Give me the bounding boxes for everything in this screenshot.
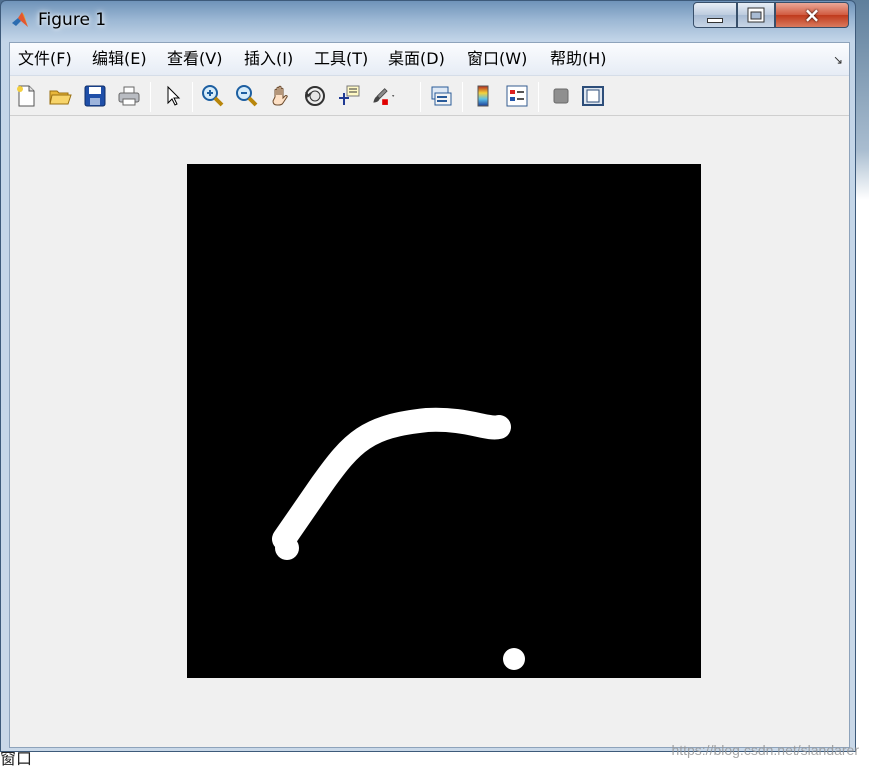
data-cursor-button[interactable] <box>336 83 362 109</box>
menu-window[interactable]: 窗口(W) <box>467 49 527 69</box>
figure-window: Figure 1 × 文件(F) 编辑(E) 查看(V) 插入(I) 工具(T)… <box>0 0 856 752</box>
toolbar-separator <box>538 82 539 112</box>
figure-client-area: 文件(F) 编辑(E) 查看(V) 插入(I) 工具(T) 桌面(D) 窗口(W… <box>9 42 850 748</box>
isolated-dot <box>503 648 525 670</box>
rotate-3d-button[interactable] <box>302 83 328 109</box>
watermark-text: https://blog.csdn.net/slandarer <box>671 742 859 758</box>
open-file-button[interactable] <box>47 83 73 109</box>
title-bar[interactable]: Figure 1 × <box>1 1 855 39</box>
menu-desktop[interactable]: 桌面(D) <box>388 49 445 69</box>
stroke-end-dot <box>275 536 299 560</box>
menu-view[interactable]: 查看(V) <box>167 49 222 69</box>
drawing-canvas <box>187 164 701 678</box>
new-figure-icon <box>17 85 35 107</box>
menubar: 文件(F) 编辑(E) 查看(V) 插入(I) 工具(T) 桌面(D) 窗口(W… <box>10 43 849 76</box>
zoom-in-icon <box>202 85 224 107</box>
rotate-3d-icon <box>305 86 325 106</box>
zoom-out-icon <box>236 85 258 107</box>
show-plot-tools-button[interactable] <box>580 83 606 109</box>
legend-icon <box>506 85 528 107</box>
brush-button[interactable] <box>370 83 396 109</box>
close-button[interactable]: × <box>775 2 849 28</box>
save-icon <box>84 85 106 107</box>
toolbar-separator <box>150 82 151 112</box>
pan-button[interactable] <box>268 83 294 109</box>
edit-plot-arrow-icon <box>167 85 181 106</box>
maximize-icon <box>747 7 765 23</box>
menu-insert[interactable]: 插入(I) <box>244 49 293 69</box>
new-figure-button[interactable] <box>13 83 39 109</box>
matlab-icon <box>12 12 28 27</box>
hide-plot-tools-button[interactable] <box>548 83 574 109</box>
toolbar-separator <box>420 82 421 112</box>
data-cursor-icon <box>339 85 360 105</box>
figure-toolbar <box>10 76 849 116</box>
menu-tools[interactable]: 工具(T) <box>314 49 368 69</box>
edit-plot-button[interactable] <box>160 83 186 109</box>
window-title: Figure 1 <box>38 10 107 30</box>
figure-axes[interactable] <box>187 164 701 678</box>
zoom-in-button[interactable] <box>200 83 226 109</box>
menu-edit[interactable]: 编辑(E) <box>92 49 147 69</box>
link-plot-icon <box>431 86 452 106</box>
toolbar-separator <box>462 82 463 112</box>
open-file-icon <box>49 90 72 105</box>
save-button[interactable] <box>82 83 108 109</box>
maximize-button[interactable] <box>737 2 775 28</box>
insert-legend-button[interactable] <box>504 83 530 109</box>
print-button[interactable] <box>116 83 142 109</box>
menu-help[interactable]: 帮助(H) <box>550 49 607 69</box>
close-icon: × <box>803 3 821 27</box>
minimize-icon <box>707 17 723 23</box>
link-plot-button[interactable] <box>428 83 454 109</box>
menu-file[interactable]: 文件(F) <box>18 49 72 69</box>
brush-icon <box>373 88 395 105</box>
toolbar-separator <box>192 82 193 112</box>
colorbar-icon <box>477 85 489 107</box>
insert-colorbar-button[interactable] <box>470 83 496 109</box>
hide-plot-tools-icon <box>553 88 569 104</box>
background-window-label: 窗口 <box>0 749 33 768</box>
minimize-button[interactable] <box>693 2 737 28</box>
print-icon <box>118 86 140 106</box>
pan-hand-icon <box>272 85 288 106</box>
zoom-out-button[interactable] <box>234 83 260 109</box>
dock-arrow-icon[interactable]: ↘ <box>833 53 843 67</box>
show-plot-tools-icon <box>582 86 604 106</box>
